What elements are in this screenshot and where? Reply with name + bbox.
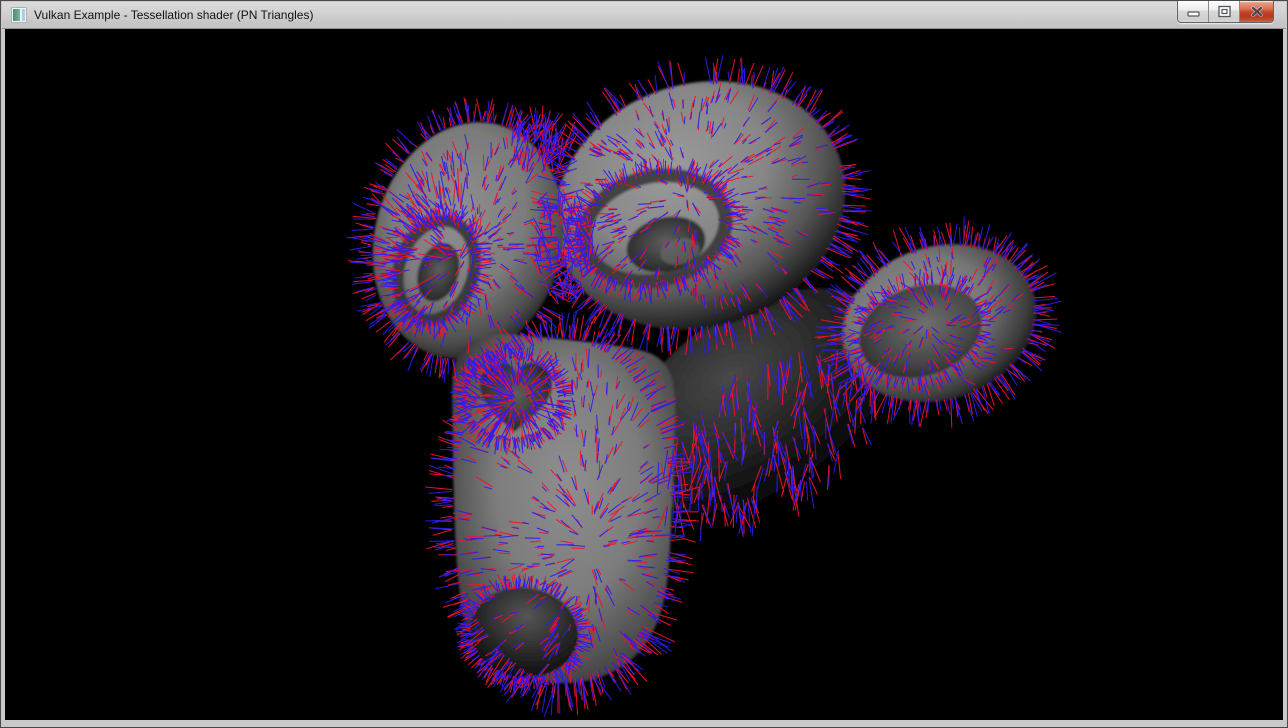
close-button[interactable] xyxy=(1240,1,1273,22)
minimize-button[interactable] xyxy=(1178,1,1209,22)
close-icon xyxy=(1250,5,1264,18)
maximize-icon xyxy=(1218,5,1231,18)
window-controls xyxy=(1177,1,1274,23)
tessellation-render xyxy=(5,29,1283,720)
title-bar[interactable]: Vulkan Example - Tessellation shader (PN… xyxy=(2,2,1286,29)
application-icon xyxy=(11,7,27,23)
render-viewport[interactable] xyxy=(5,29,1283,720)
app-window: Vulkan Example - Tessellation shader (PN… xyxy=(0,0,1288,728)
minimize-icon xyxy=(1187,5,1200,18)
maximize-button[interactable] xyxy=(1209,1,1240,22)
window-title: Vulkan Example - Tessellation shader (PN… xyxy=(34,2,313,28)
